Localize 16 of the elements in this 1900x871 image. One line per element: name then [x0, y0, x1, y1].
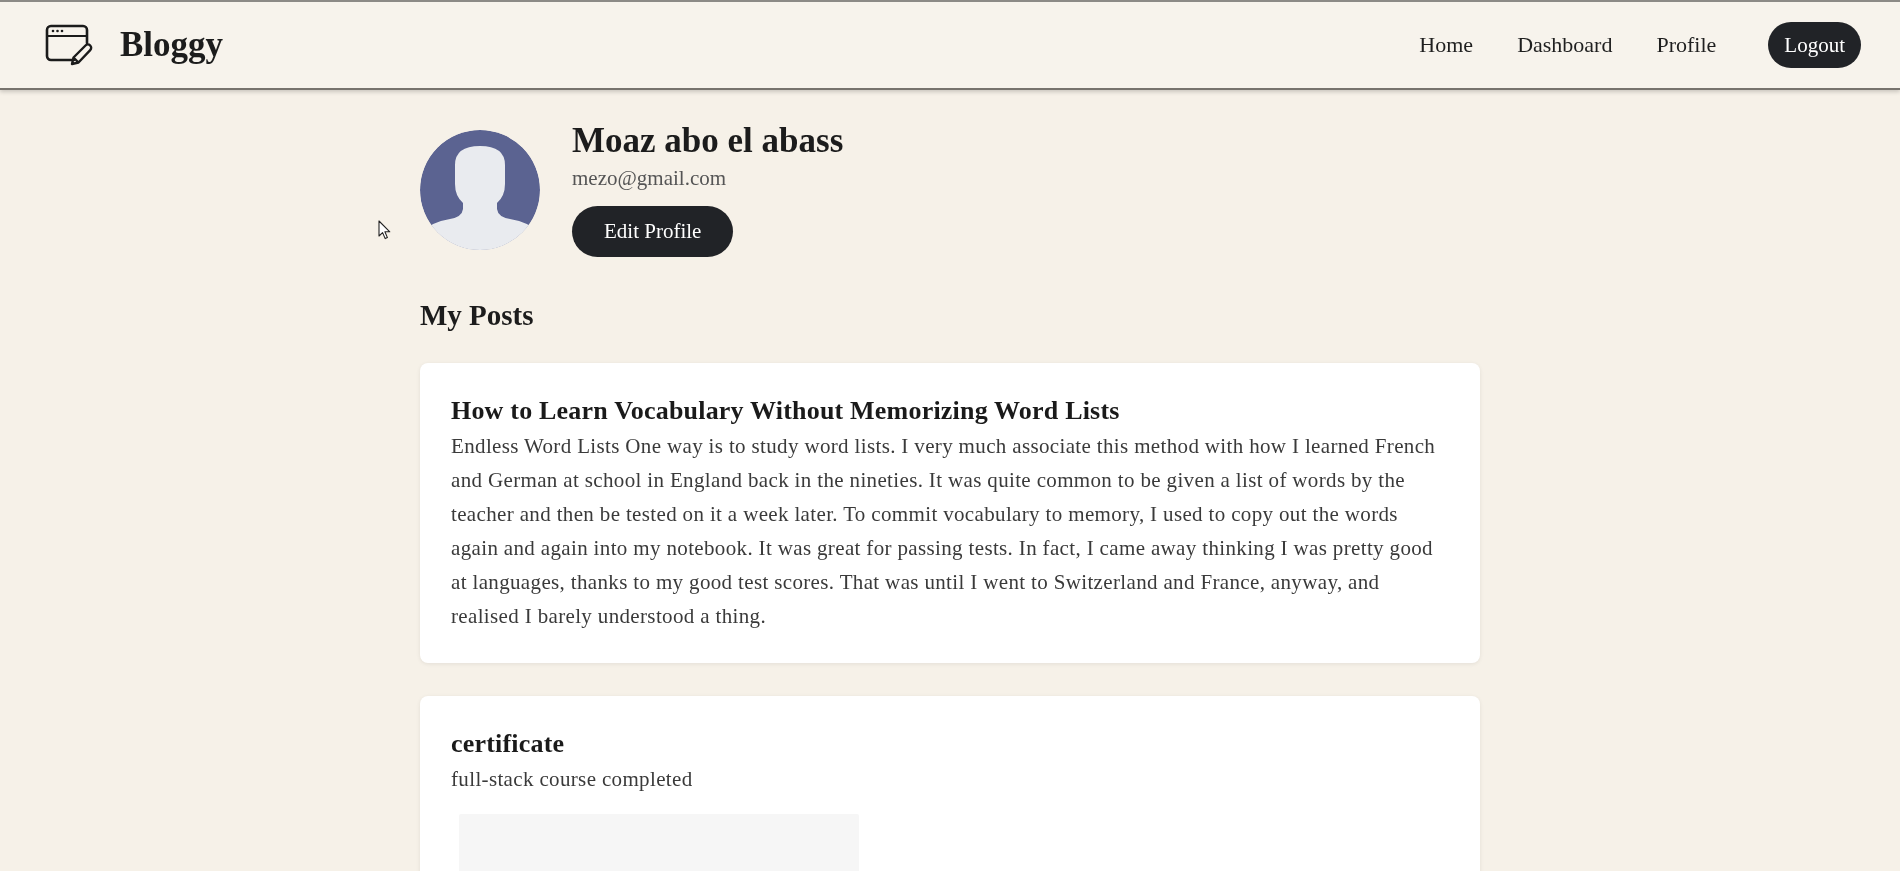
- profile-email: mezo@gmail.com: [572, 166, 727, 190]
- brand-name[interactable]: Bloggy: [120, 25, 224, 65]
- post-body: full-stack course completed: [451, 766, 694, 793]
- nav-link[interactable]: Profile: [1656, 32, 1717, 58]
- post-body: Endless Word Lists One way is to study word lists. I very much associate this method with how I learned French and German at school in England back in the nineties. It was quite common to be given a list of words by the teacher and then be tested on it a week later. To commit vocabulary to memory, I used to copy out the words again and again into my notebook. It was great for passing tests. In fact, I came away thinking I was pretty good at languages, thanks to my good test scores. That was until I went to Switzerland and France, anyway, and realised I barely understood a thing.: [451, 433, 1437, 630]
- mouse-pointer-icon: [378, 220, 391, 240]
- edit-profile-button[interactable]: Edit Profile: [572, 206, 734, 257]
- nav-link[interactable]: Dashboard: [1517, 32, 1613, 58]
- section-heading: My Posts: [420, 299, 535, 331]
- logout-button[interactable]: Logout: [1768, 22, 1861, 68]
- nav-link[interactable]: Home: [1419, 32, 1474, 58]
- profile-name: Moaz abo el abass: [572, 121, 844, 161]
- avatar-icon: [420, 130, 540, 250]
- window-pencil-icon[interactable]: [45, 24, 93, 66]
- post-title: How to Learn Vocabulary Without Memorizing Word Lists: [451, 396, 1121, 426]
- post-title: certificate: [451, 729, 566, 759]
